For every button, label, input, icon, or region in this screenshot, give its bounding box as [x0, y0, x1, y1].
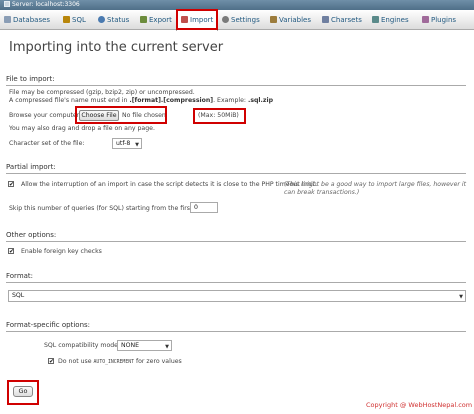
divider: [6, 173, 466, 174]
settings-icon: [222, 16, 229, 23]
chevron-down-icon: ▼: [165, 344, 169, 350]
format-specific-legend: Format-specific options:: [6, 321, 91, 329]
sql-icon: [63, 16, 70, 23]
import-tab-highlight: [176, 9, 218, 30]
database-icon: [4, 16, 11, 23]
compression-note: File may be compressed (gzip, bzip2, zip…: [9, 89, 195, 96]
skip-queries-input[interactable]: 0: [190, 202, 218, 213]
breadcrumb-server[interactable]: Server: localhost:3306: [12, 1, 80, 8]
no-auto-increment-checkbox[interactable]: ✔: [48, 358, 54, 365]
server-icon: [4, 1, 10, 7]
tab-settings[interactable]: Settings: [222, 10, 260, 30]
variables-icon: [270, 16, 277, 23]
tab-engines[interactable]: Engines: [372, 10, 409, 30]
tab-variables[interactable]: Variables: [270, 10, 311, 30]
tab-bar: Databases SQL Status Export Import Setti…: [0, 10, 474, 31]
allow-interrupt-checkbox[interactable]: ✔: [8, 181, 14, 188]
engines-icon: [372, 16, 379, 23]
sql-compat-label: SQL compatibility mode:: [44, 342, 121, 349]
page-title: Importing into the current server: [9, 40, 224, 55]
divider: [6, 85, 466, 86]
filename-note: A compressed file's name must end in .[f…: [9, 97, 274, 104]
divider: [6, 241, 466, 242]
format-legend: Format:: [6, 272, 34, 280]
foreign-key-checkbox[interactable]: ✔: [8, 248, 14, 255]
chevron-down-icon: ▼: [135, 142, 139, 148]
skip-queries-label: Skip this number of queries (for SQL) st…: [9, 205, 208, 212]
file-import-legend: File to import:: [6, 75, 55, 83]
tab-plugins[interactable]: Plugins: [422, 10, 456, 30]
divider: [6, 282, 466, 283]
chevron-down-icon: ▼: [459, 294, 463, 300]
allow-interrupt-hint: (This might be a good way to import larg…: [284, 181, 467, 196]
allow-interrupt-label: Allow the interruption of an import in c…: [21, 181, 318, 188]
drag-drop-note: You may also drag and drop a file on any…: [9, 125, 155, 132]
other-options-legend: Other options:: [6, 231, 57, 239]
tab-charsets[interactable]: Charsets: [322, 10, 362, 30]
tab-sql[interactable]: SQL: [63, 10, 86, 30]
status-icon: [98, 16, 105, 23]
tab-status[interactable]: Status: [98, 10, 129, 30]
file-input-highlight: [75, 106, 167, 124]
format-select[interactable]: SQL ▼: [8, 290, 466, 302]
divider: [6, 331, 466, 332]
browse-label: Browse your computer:: [9, 112, 82, 119]
go-button-highlight: [7, 380, 39, 405]
breadcrumb[interactable]: Server: localhost:3306: [0, 0, 474, 10]
max-size-highlight: [193, 108, 246, 124]
copyright-watermark: Copyright @ WebHostNepal.com: [366, 401, 473, 409]
foreign-key-label: Enable foreign key checks: [21, 248, 102, 255]
charset-label: Character set of the file:: [9, 140, 85, 147]
partial-import-legend: Partial import:: [6, 163, 56, 171]
charsets-icon: [322, 16, 329, 23]
export-icon: [140, 16, 147, 23]
tab-export[interactable]: Export: [140, 10, 172, 30]
no-auto-increment-label: Do not use AUTO_INCREMENT for zero value…: [58, 358, 182, 365]
sql-compat-select[interactable]: NONE ▼: [117, 340, 172, 351]
plugins-icon: [422, 16, 429, 23]
charset-select[interactable]: utf-8 ▼: [112, 138, 142, 149]
tab-databases[interactable]: Databases: [4, 10, 50, 30]
